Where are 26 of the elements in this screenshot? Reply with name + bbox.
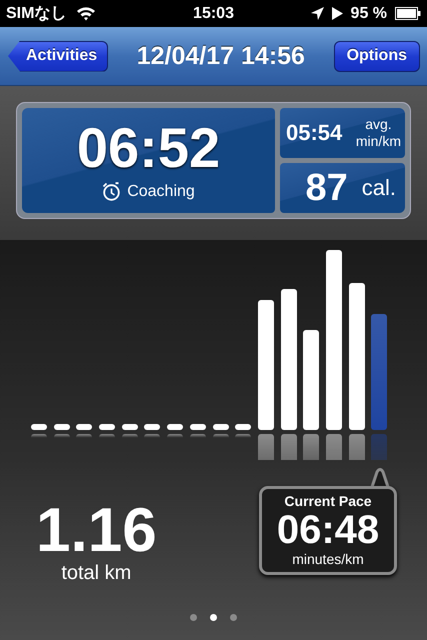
average-label: avg. [364, 116, 393, 133]
current-pace-value: 06:48 [276, 509, 380, 551]
average-pace-value: 05:54 [286, 120, 342, 146]
calories-value: 87 [305, 166, 348, 210]
location-arrow-icon [310, 7, 324, 20]
clock-time: 15:03 [193, 4, 234, 22]
page-dot[interactable] [190, 614, 197, 621]
distance-value: 1.16 [36, 500, 157, 562]
calories-unit: cal. [362, 175, 396, 201]
nav-title: 12/04/17 14:56 [136, 42, 306, 70]
options-button[interactable]: Options [334, 40, 420, 72]
battery-percent: 95 % [350, 4, 388, 22]
current-pace-unit: minutes/km [292, 551, 364, 567]
coaching-label: Coaching [127, 182, 195, 200]
stopwatch-icon [102, 182, 122, 201]
page-dot[interactable] [230, 614, 237, 621]
play-icon [332, 7, 343, 20]
distance-unit: total km [61, 562, 132, 585]
average-unit: min/km [356, 133, 401, 150]
back-button[interactable]: Activities [8, 40, 108, 72]
battery-icon [395, 7, 422, 20]
page-dot[interactable] [210, 614, 217, 621]
carrier-label: SIMなし [6, 4, 66, 24]
current-pace-title: Current Pace [284, 493, 372, 509]
duration-value: 06:52 [76, 120, 220, 176]
wifi-icon [76, 6, 96, 21]
